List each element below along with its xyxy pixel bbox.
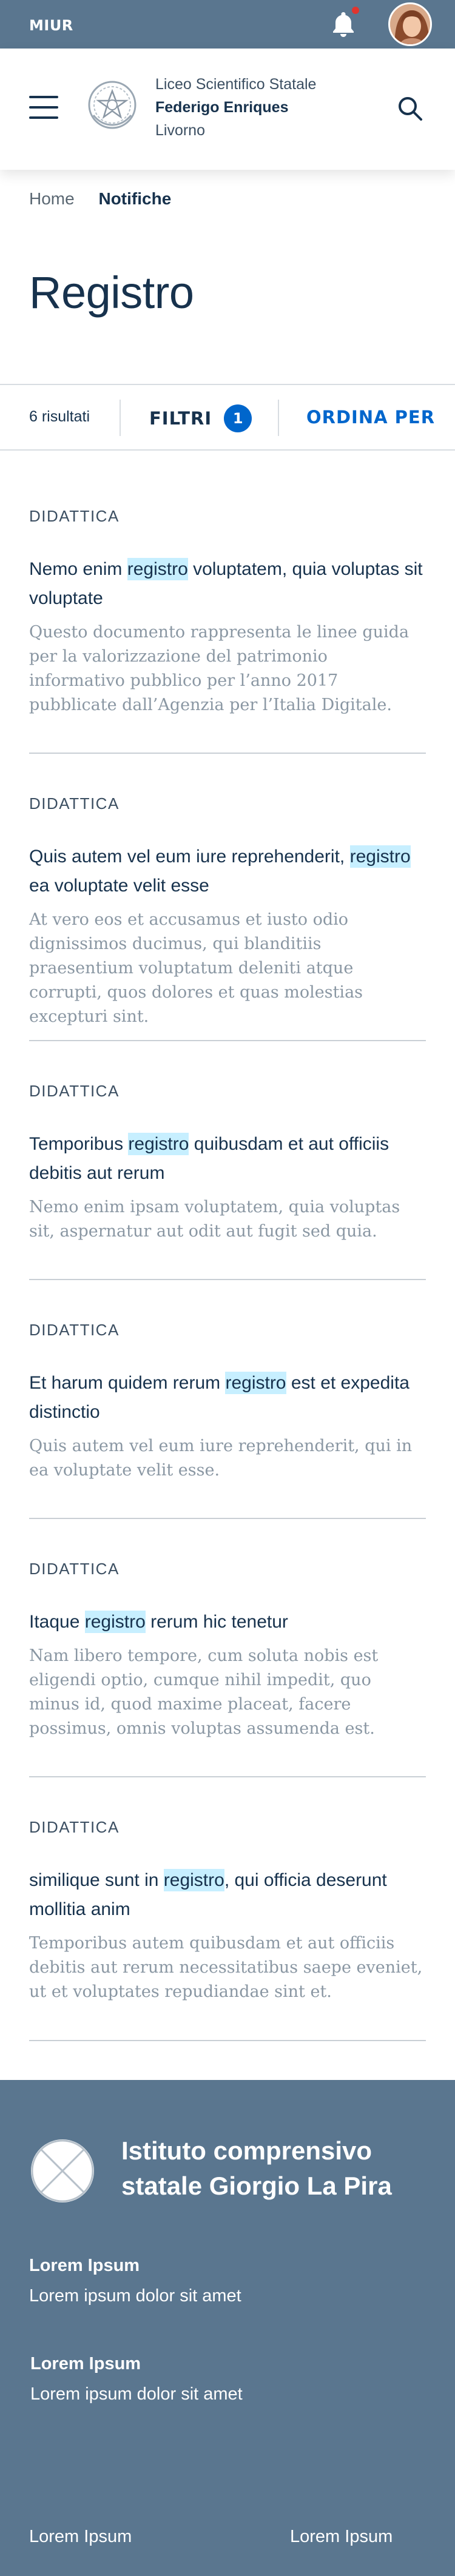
breadcrumb-current: Notifiche <box>98 189 172 208</box>
result-description: At vero eos et accusamus et iusto odio d… <box>29 910 363 1026</box>
footer-block-title: Lorem Ipsum <box>29 2256 140 2275</box>
search-highlight: registro <box>349 845 411 868</box>
result-item: DIDATTICA Itaque registro rerum hic tene… <box>29 1560 425 1741</box>
filter-button[interactable]: FILTRI 1 <box>149 404 252 432</box>
results-count: 6 risultati <box>29 408 90 425</box>
divider <box>120 400 121 436</box>
result-divider <box>29 2040 426 2041</box>
result-divider <box>29 753 426 754</box>
breadcrumb-separator <box>84 189 89 208</box>
filter-count-badge: 1 <box>224 404 252 432</box>
school-name[interactable]: Federigo Enriques <box>155 99 288 116</box>
footer-link[interactable]: Lorem Ipsum <box>29 2527 132 2547</box>
result-category[interactable]: DIDATTICA <box>29 1082 425 1101</box>
results-bar: 6 risultati FILTRI 1 ORDINA PER <box>0 384 455 451</box>
breadcrumb: Home Notifiche <box>29 189 171 209</box>
filter-label: FILTRI <box>149 408 212 429</box>
footer-institution-name: Istituto comprensivo statale Giorgio La … <box>121 2136 392 2200</box>
emblem-icon <box>88 81 136 129</box>
result-category[interactable]: DIDATTICA <box>29 794 425 813</box>
result-item: DIDATTICA Nemo enim registro voluptatem,… <box>29 507 425 717</box>
footer-block-title: Lorem Ipsum <box>30 2354 141 2373</box>
search-icon[interactable] <box>396 95 424 122</box>
result-item: DIDATTICA Quis autem vel eum iure repreh… <box>29 794 425 1029</box>
avatar[interactable] <box>388 2 432 46</box>
title-text: Et harum quidem rerum <box>29 1373 226 1393</box>
footer-link[interactable]: Lorem Ipsum <box>290 2527 393 2547</box>
title-text: similique sunt in <box>29 1870 164 1890</box>
title-text: rerum hic tenetur <box>145 1612 288 1632</box>
result-category[interactable]: DIDATTICA <box>29 507 425 526</box>
result-category[interactable]: DIDATTICA <box>29 1321 425 1340</box>
page-title: Registro <box>29 267 194 318</box>
school-line1: Liceo Scientifico Statale <box>155 76 317 93</box>
result-title[interactable]: similique sunt in registro, qui officia … <box>29 1866 425 1924</box>
divider <box>278 400 279 436</box>
logo-placeholder-icon <box>31 2139 94 2202</box>
footer-block-text: Lorem ipsum dolor sit amet <box>30 2384 243 2404</box>
order-by-button[interactable]: ORDINA PER <box>306 407 435 428</box>
result-divider <box>29 1776 426 1777</box>
result-category[interactable]: DIDATTICA <box>29 1560 425 1578</box>
result-description: Nemo enim ipsam voluptatem, quia volupta… <box>29 1198 400 1241</box>
hamburger-icon[interactable] <box>29 96 58 120</box>
user-avatar-icon <box>390 4 430 44</box>
result-item: DIDATTICA Temporibus registro quibusdam … <box>29 1082 425 1244</box>
title-text: Quis autem vel eum iure reprehenderit, <box>29 847 350 867</box>
school-city: Livorno <box>155 122 205 139</box>
search-highlight: registro <box>128 1133 189 1155</box>
site-footer: Istituto comprensivo statale Giorgio La … <box>0 2080 455 2576</box>
result-title[interactable]: Quis autem vel eum iure reprehenderit, r… <box>29 842 425 901</box>
search-highlight: registro <box>163 1869 224 1891</box>
site-header: Liceo Scientifico Statale Federigo Enriq… <box>0 49 455 170</box>
title-text: ea voluptate velit esse <box>29 876 209 896</box>
result-title[interactable]: Itaque registro rerum hic tenetur <box>29 1608 425 1637</box>
title-text: Temporibus <box>29 1134 129 1154</box>
title-text: Itaque <box>29 1612 85 1632</box>
result-title[interactable]: Et harum quidem rerum registro est et ex… <box>29 1369 425 1427</box>
result-divider <box>29 1040 426 1041</box>
result-divider <box>29 1279 426 1280</box>
search-highlight: registro <box>127 558 188 580</box>
result-description: Questo documento rappresenta le linee gu… <box>29 623 410 714</box>
result-description: Nam libero tempore, cum soluta nobis est… <box>29 1646 379 1738</box>
footer-block-text: Lorem ipsum dolor sit amet <box>29 2286 241 2306</box>
search-highlight: registro <box>225 1372 286 1394</box>
result-title[interactable]: Nemo enim registro voluptatem, quia volu… <box>29 555 425 613</box>
title-text: Nemo enim <box>29 559 127 579</box>
result-title[interactable]: Temporibus registro quibusdam et aut off… <box>29 1130 425 1188</box>
breadcrumb-home[interactable]: Home <box>29 189 75 208</box>
notification-dot <box>350 5 361 16</box>
result-item: DIDATTICA Et harum quidem rerum registro… <box>29 1321 425 1483</box>
result-divider <box>29 1518 426 1519</box>
top-bar: MIUR <box>0 0 455 49</box>
result-description: Quis autem vel eum iure reprehenderit, q… <box>29 1437 413 1480</box>
result-description: Temporibus autem quibusdam et aut offici… <box>29 1934 423 2001</box>
brand-label[interactable]: MIUR <box>29 17 73 34</box>
search-highlight: registro <box>84 1611 146 1633</box>
result-category[interactable]: DIDATTICA <box>29 1818 425 1837</box>
result-item: DIDATTICA similique sunt in registro, qu… <box>29 1818 425 2004</box>
